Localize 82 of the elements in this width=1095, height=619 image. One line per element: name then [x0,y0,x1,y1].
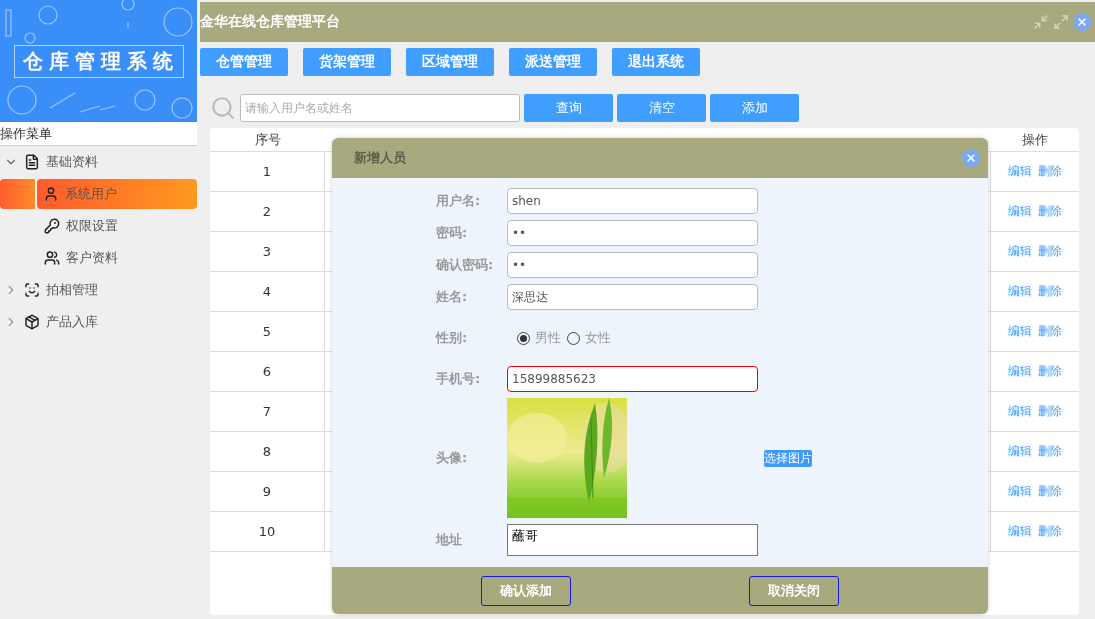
menu-item[interactable]: 产品入库 [0,306,197,338]
banner-title: 仓库管理系统 [13,44,184,78]
index-cell: 8 [262,444,272,459]
action-link[interactable]: 删除 [1038,363,1062,380]
field-label: 密码: [436,224,469,242]
address-field[interactable]: 蘸哥 [507,524,758,556]
field-label: 用户名: [436,192,482,210]
action-link[interactable]: 删除 [1038,283,1062,300]
scan-icon [24,282,40,298]
field-label: 手机号: [436,370,482,388]
action-link[interactable]: 删除 [1038,203,1062,220]
nav-button[interactable]: 区域管理 [406,48,494,76]
selection-marker [0,179,35,209]
radio-option[interactable]: 女性 [567,329,611,347]
index-cell: 7 [262,404,272,419]
radio-option[interactable]: 男性 [517,329,561,347]
nav-button[interactable]: 仓管管理 [200,48,288,76]
input-field[interactable]: 15899885623 [507,366,758,392]
index-cell: 5 [262,324,272,339]
close-icon[interactable] [962,149,980,167]
nav-button[interactable]: 派送管理 [509,48,597,76]
index-cell: 2 [262,204,272,219]
column-header: 操作 [1021,130,1048,149]
app-title: 金华在线仓库管理平台 [200,13,340,31]
close-icon[interactable] [1073,13,1091,31]
menu-heading: 操作菜单 [0,122,197,146]
document-icon [24,154,40,170]
menu-item[interactable]: 权限设置 [0,210,197,242]
choose-image-link[interactable]: 选择图片 [764,449,812,467]
action-link[interactable]: 编辑 [1008,403,1032,420]
column-header: 序号 [254,130,281,149]
nav-button[interactable]: 退出系统 [612,48,700,76]
maximize-icon[interactable] [1053,14,1069,30]
input-field[interactable]: •• [507,252,758,278]
user-icon [43,186,59,202]
action-link[interactable]: 删除 [1038,163,1062,180]
users-icon [44,250,60,266]
index-cell: 3 [262,244,272,259]
action-link[interactable]: 删除 [1038,443,1062,460]
menu-item[interactable]: 系统用户 [37,179,197,209]
menu-item[interactable]: 客户资料 [0,242,197,274]
index-cell: 9 [262,484,272,499]
action-link[interactable]: 编辑 [1008,283,1032,300]
action-link[interactable]: 删除 [1038,523,1062,540]
index-cell: 6 [262,364,272,379]
nav-button[interactable]: 货架管理 [303,48,391,76]
action-link[interactable]: 删除 [1038,483,1062,500]
action-link[interactable]: 删除 [1038,243,1062,260]
action-link[interactable]: 编辑 [1008,243,1032,260]
action-link[interactable]: 编辑 [1008,483,1032,500]
action-link[interactable]: 编辑 [1008,363,1032,380]
action-link[interactable]: 删除 [1038,323,1062,340]
index-cell: 1 [262,164,272,179]
search-button[interactable]: 查询 [524,94,613,122]
action-link[interactable]: 编辑 [1008,323,1032,340]
minimize-icon[interactable] [1033,14,1049,30]
field-label: 头像: [436,449,469,467]
dialog-title: 新增人员 [354,149,406,167]
action-link[interactable]: 编辑 [1008,523,1032,540]
dialog-button[interactable]: 取消关闭 [749,575,839,606]
action-link[interactable]: 编辑 [1008,163,1032,180]
menu-item[interactable]: 基础资料 [0,146,197,178]
search-button[interactable]: 添加 [710,94,799,122]
action-link[interactable]: 编辑 [1008,203,1032,220]
field-label: 地址 [436,531,463,549]
dialog-button[interactable]: 确认添加 [481,575,571,606]
search-button[interactable]: 清空 [617,94,706,122]
field-label: 姓名: [436,288,469,306]
index-cell: 4 [262,284,272,299]
input-field[interactable]: •• [507,220,758,246]
menu-item[interactable]: 拍相管理 [0,274,197,306]
input-field[interactable]: shen [507,188,758,214]
input-field[interactable]: 深思达 [507,284,758,310]
action-link[interactable]: 删除 [1038,403,1062,420]
index-cell: 10 [258,524,276,539]
search-icon [210,95,236,121]
search-field[interactable]: 请输入用户名或姓名 [240,94,520,122]
field-label: 性别: [436,329,469,347]
key-icon [44,218,60,234]
box-icon [24,314,40,330]
action-link[interactable]: 编辑 [1008,443,1032,460]
field-label: 确认密码: [436,256,495,274]
